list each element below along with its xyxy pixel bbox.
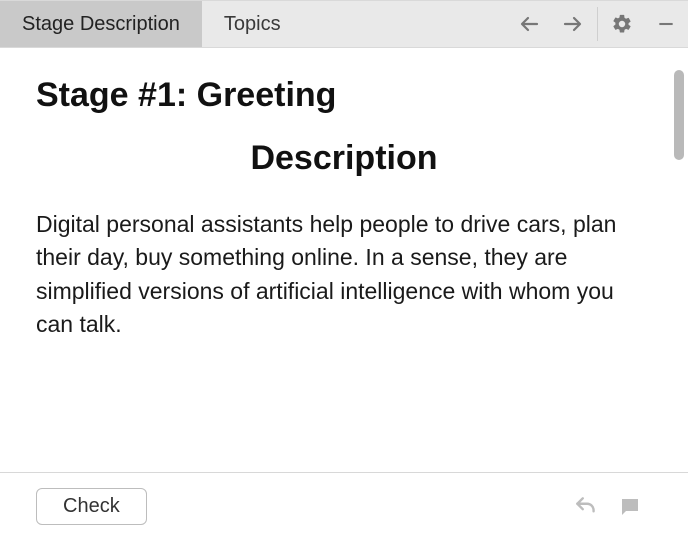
tab-stage-description[interactable]: Stage Description	[0, 1, 202, 47]
footer-bar: Check	[0, 472, 688, 540]
description-body: Digital personal assistants help people …	[36, 208, 652, 341]
stage-title: Stage #1: Greeting	[36, 76, 652, 115]
description-heading: Description	[36, 139, 652, 178]
check-button-label: Check	[63, 495, 120, 517]
toolbar-separator	[597, 7, 598, 41]
undo-icon	[573, 494, 599, 520]
scrollbar-thumb[interactable]	[674, 70, 684, 160]
settings-button[interactable]	[600, 1, 644, 47]
check-button[interactable]: Check	[36, 488, 147, 525]
nav-forward-button[interactable]	[551, 1, 595, 47]
nav-back-button[interactable]	[507, 1, 551, 47]
tab-topics[interactable]: Topics	[202, 1, 303, 47]
minimize-icon	[656, 14, 676, 34]
gear-icon	[611, 13, 633, 35]
content-area: Stage #1: Greeting Description Digital p…	[0, 48, 688, 472]
minimize-button[interactable]	[644, 1, 688, 47]
undo-button[interactable]	[564, 494, 608, 520]
arrow-right-icon	[561, 12, 585, 36]
toolbar-spacer	[303, 1, 507, 47]
comment-button[interactable]	[608, 495, 652, 519]
tab-label: Stage Description	[22, 13, 180, 36]
tab-label: Topics	[224, 13, 281, 36]
comment-icon	[618, 495, 642, 519]
arrow-left-icon	[517, 12, 541, 36]
toolbar: Stage Description Topics	[0, 0, 688, 48]
